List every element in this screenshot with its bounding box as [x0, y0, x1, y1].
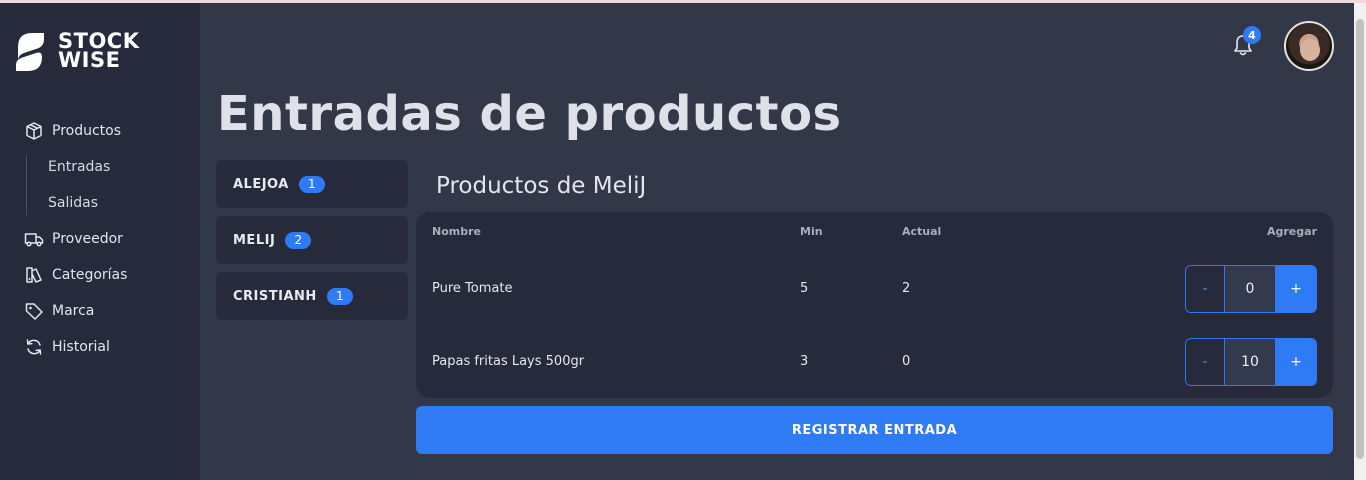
sidebar-item-historial[interactable]: Historial [0, 329, 200, 365]
product-name: Pure Tomate [432, 281, 513, 296]
products-section-title: Productos de MeliJ [436, 173, 647, 199]
header-actual: Actual [902, 225, 942, 238]
sidebar-item-categorias[interactable]: Categorías [0, 257, 200, 293]
scrollbar-thumb[interactable] [1356, 19, 1364, 459]
brand-line-2: WISE [58, 48, 121, 72]
decrement-button[interactable]: - [1186, 339, 1225, 385]
sidebar-item-label: Marca [52, 303, 95, 319]
product-actual: 0 [902, 354, 911, 369]
user-card-cristianh[interactable]: CRISTIANH 1 [216, 272, 408, 320]
register-entry-button[interactable]: REGISTRAR ENTRADA [416, 406, 1333, 454]
brand-logo[interactable]: STOCK WISE [16, 31, 140, 71]
category-icon [26, 267, 42, 283]
brand-mark-icon [16, 33, 44, 71]
refresh-icon [26, 339, 42, 355]
user-name: MELIJ [233, 232, 276, 248]
quantity-stepper: - 10 + [1185, 338, 1317, 386]
user-name: ALEJOA [233, 176, 289, 192]
product-min: 3 [800, 354, 809, 369]
header-nombre: Nombre [432, 225, 481, 238]
user-list: ALEJOA 1 MELIJ 2 CRISTIANH 1 [216, 160, 408, 328]
user-card-melij[interactable]: MELIJ 2 [216, 216, 408, 264]
sidebar: STOCK WISE Productos Entradas Salidas Pr… [0, 3, 200, 480]
sidebar-item-label: Categorías [52, 267, 128, 283]
sidebar-item-proveedor[interactable]: Proveedor [0, 221, 200, 257]
sidebar-subitem-entradas[interactable]: Entradas [0, 149, 200, 185]
decrement-button[interactable]: - [1186, 266, 1225, 312]
sidebar-item-label: Proveedor [52, 231, 123, 247]
increment-button[interactable]: + [1276, 339, 1316, 385]
sidebar-submenu: Entradas Salidas [0, 149, 200, 221]
page-scrollbar[interactable] [1354, 3, 1366, 480]
products-table: Nombre Min Actual Agregar Pure Tomate 5 … [416, 212, 1333, 398]
page-title: Entradas de productos [217, 86, 842, 142]
sidebar-item-marca[interactable]: Marca [0, 293, 200, 329]
sidebar-subitem-salidas[interactable]: Salidas [0, 185, 200, 221]
user-avatar[interactable] [1284, 21, 1334, 71]
sidebar-nav: Productos Entradas Salidas Proveedor Cat… [0, 113, 200, 365]
user-card-alejoa[interactable]: ALEJOA 1 [216, 160, 408, 208]
product-min: 5 [800, 281, 809, 296]
header-agregar: Agregar [1267, 225, 1317, 238]
product-name: Papas fritas Lays 500gr [432, 354, 585, 369]
quantity-stepper: - 0 + [1185, 265, 1317, 313]
top-border [0, 0, 1366, 3]
sidebar-item-productos[interactable]: Productos [0, 113, 200, 149]
quantity-input[interactable]: 0 [1225, 266, 1276, 312]
user-count-badge: 1 [326, 287, 353, 305]
increment-button[interactable]: + [1276, 266, 1316, 312]
header-min: Min [800, 225, 823, 238]
tag-icon [25, 303, 43, 320]
user-count-badge: 2 [285, 231, 312, 249]
user-name: CRISTIANH [233, 288, 317, 304]
sidebar-item-label: Productos [52, 123, 122, 139]
notification-count-badge: 4 [1243, 26, 1261, 44]
product-actual: 2 [902, 281, 911, 296]
user-count-badge: 1 [298, 175, 325, 193]
truck-icon [24, 233, 44, 247]
sidebar-item-label: Historial [52, 339, 110, 355]
quantity-input[interactable]: 10 [1225, 339, 1276, 385]
box-icon [26, 122, 42, 140]
